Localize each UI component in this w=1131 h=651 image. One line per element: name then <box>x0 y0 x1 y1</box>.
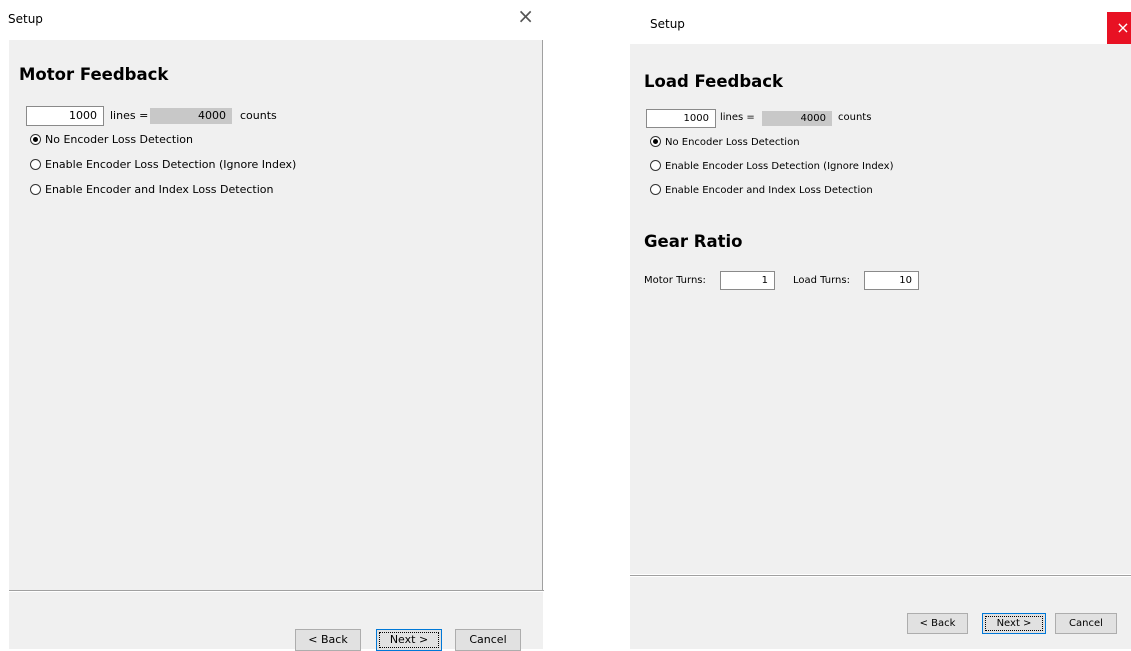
radio-encoder-loss-ignore-index[interactable]: Enable Encoder Loss Detection (Ignore In… <box>650 160 893 172</box>
motor-turns-input[interactable]: 1 <box>720 271 775 290</box>
gear-ratio-heading: Gear Ratio <box>644 232 743 251</box>
radio-label: Enable Encoder Loss Detection (Ignore In… <box>45 158 297 171</box>
radio-label: No Encoder Loss Detection <box>45 133 193 146</box>
radio-icon <box>650 160 661 171</box>
radio-icon <box>30 184 41 195</box>
page-heading: Load Feedback <box>644 72 784 91</box>
counts-value: 4000 <box>762 111 832 126</box>
window-title: Setup <box>650 17 685 31</box>
next-button[interactable]: Next > <box>982 613 1046 634</box>
title-bar: Setup × <box>0 0 544 38</box>
back-button[interactable]: < Back <box>295 629 361 651</box>
radio-no-encoder-loss[interactable]: No Encoder Loss Detection <box>650 136 800 148</box>
radio-encoder-loss-ignore-index[interactable]: Enable Encoder Loss Detection (Ignore In… <box>30 158 296 171</box>
content-panel: Load Feedback 1000 lines = 4000 counts N… <box>630 44 1131 574</box>
counts-label: counts <box>838 112 872 123</box>
lines-label: lines = <box>110 109 149 122</box>
radio-encoder-index-loss[interactable]: Enable Encoder and Index Loss Detection <box>30 183 273 196</box>
load-turns-label: Load Turns: <box>793 275 850 286</box>
radio-icon <box>650 184 661 195</box>
window-title: Setup <box>8 12 43 26</box>
radio-icon <box>30 159 41 170</box>
counts-value: 4000 <box>150 108 232 124</box>
load-setup-window: Setup × Load Feedback 1000 lines = 4000 … <box>620 0 1131 649</box>
radio-label: Enable Encoder and Index Loss Detection <box>45 183 274 196</box>
radio-selected-icon <box>30 134 41 145</box>
radio-label: Enable Encoder and Index Loss Detection <box>665 185 873 196</box>
radio-no-encoder-loss[interactable]: No Encoder Loss Detection <box>30 133 193 146</box>
button-bar: < Back Next > Cancel <box>9 592 543 651</box>
radio-selected-icon <box>650 136 661 147</box>
radio-encoder-index-loss[interactable]: Enable Encoder and Index Loss Detection <box>650 184 873 196</box>
radio-label: Enable Encoder Loss Detection (Ignore In… <box>665 161 894 172</box>
motor-setup-window: Setup × Motor Feedback 1000 lines = 4000… <box>0 0 544 651</box>
lines-label: lines = <box>720 112 755 123</box>
cancel-button[interactable]: Cancel <box>1055 613 1117 634</box>
motor-turns-label: Motor Turns: <box>644 275 706 286</box>
counts-label: counts <box>240 109 277 122</box>
button-bar: < Back Next > Cancel <box>630 577 1131 649</box>
close-icon[interactable]: × <box>517 6 534 26</box>
back-button[interactable]: < Back <box>907 613 968 634</box>
close-icon[interactable]: × <box>1107 12 1131 44</box>
cancel-button[interactable]: Cancel <box>455 629 521 651</box>
lines-input[interactable]: 1000 <box>26 106 104 126</box>
radio-label: No Encoder Loss Detection <box>665 137 800 148</box>
next-button[interactable]: Next > <box>376 629 442 651</box>
content-panel: Motor Feedback 1000 lines = 4000 counts … <box>9 40 543 590</box>
page-heading: Motor Feedback <box>19 65 169 84</box>
title-bar: Setup × <box>620 0 1131 44</box>
lines-input[interactable]: 1000 <box>646 109 716 128</box>
load-turns-input[interactable]: 10 <box>864 271 919 290</box>
